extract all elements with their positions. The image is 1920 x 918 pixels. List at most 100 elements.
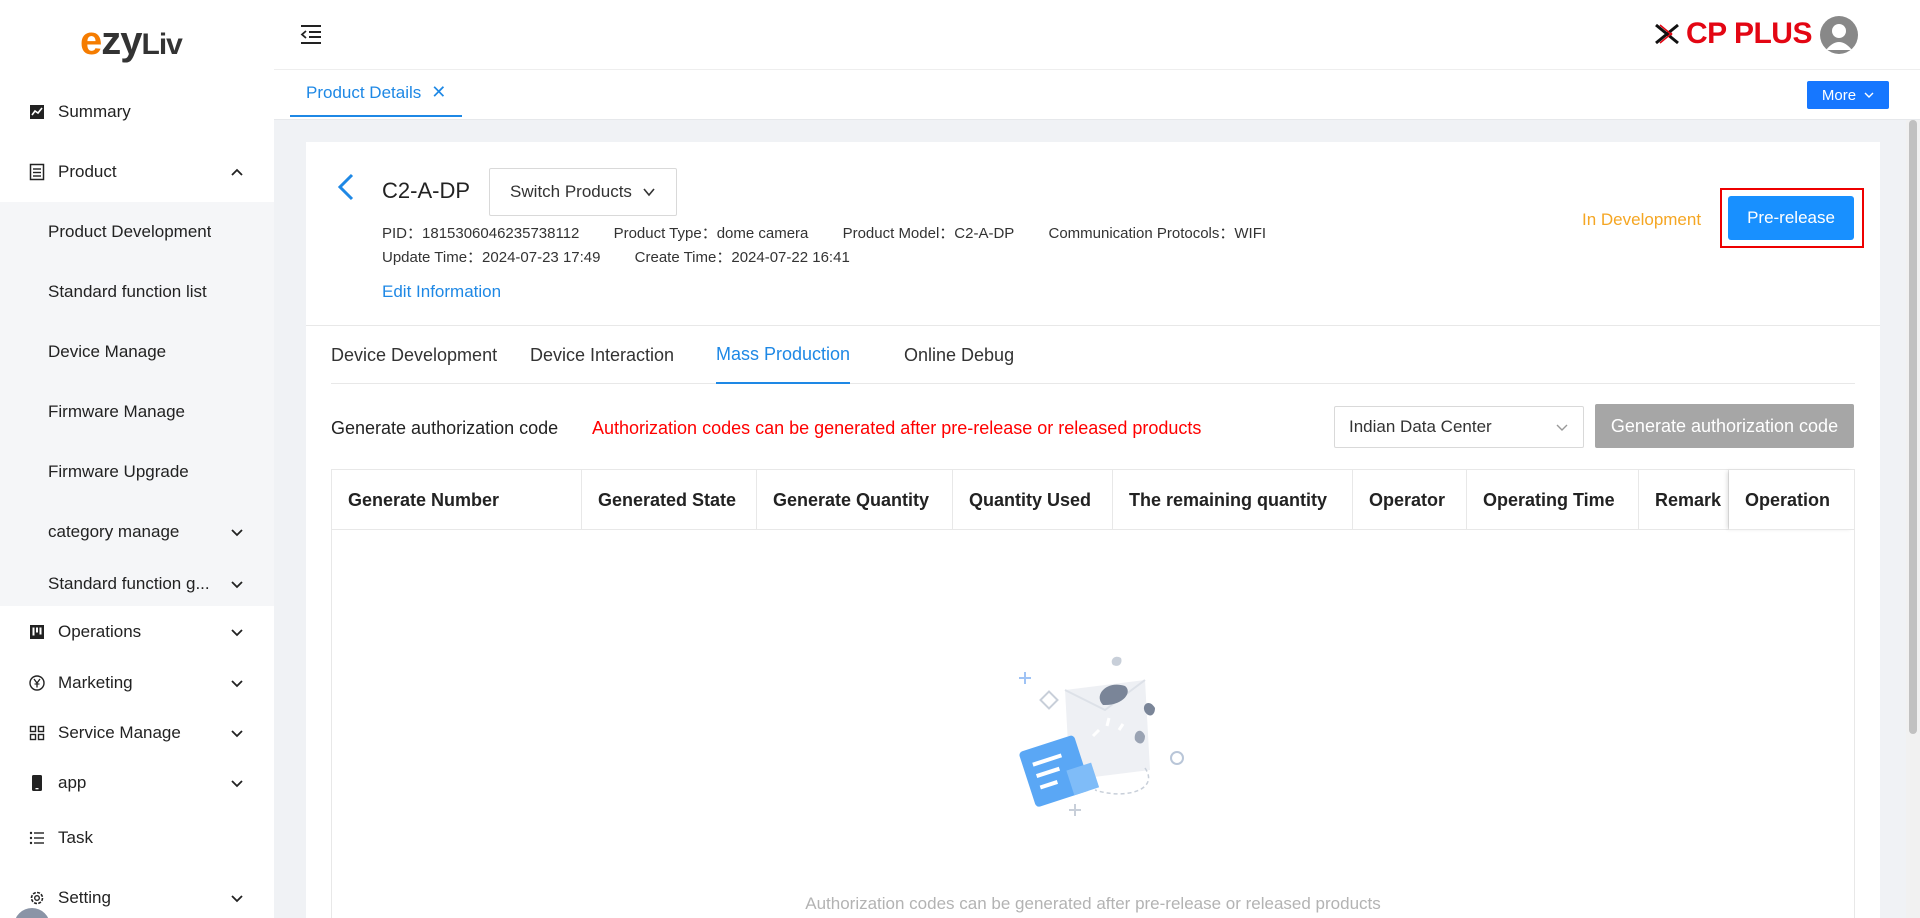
list-icon xyxy=(28,829,46,847)
sidebar-item-label: Setting xyxy=(58,888,111,907)
ezyliv-logo[interactable]: ezyLiv xyxy=(80,16,183,66)
brand-name: CP PLUS xyxy=(1686,17,1812,50)
chevron-down-icon xyxy=(231,581,243,589)
product-card: C2-A-DP Switch Products PID：181530604623… xyxy=(306,142,1880,918)
column-operator: Operator xyxy=(1353,470,1467,530)
product-submenu: Product Development Standard function li… xyxy=(0,202,274,606)
user-icon xyxy=(1826,24,1852,50)
auth-section-title: Generate authorization code xyxy=(331,418,559,438)
prerelease-button[interactable]: Pre-release xyxy=(1728,196,1854,240)
close-icon[interactable]: ✕ xyxy=(431,82,446,103)
sidebar-item-standard-function-group[interactable]: Standard function g... xyxy=(0,562,274,606)
column-generate-number: Generate Number xyxy=(332,470,582,530)
sidebar-item-label: Device Manage xyxy=(48,342,167,361)
data-center-value: Indian Data Center xyxy=(1349,417,1492,436)
product-pid: PID：1815306046235738112 xyxy=(382,225,580,242)
sidebar-item-label: Firmware Upgrade xyxy=(48,462,189,481)
sidebar-item-label: Marketing xyxy=(58,673,133,692)
chevron-down-icon xyxy=(231,780,243,788)
kanban-icon xyxy=(28,623,46,641)
product-meta-row-2: Update Time：2024-07-23 17:49 Create Time… xyxy=(382,246,880,267)
product-info: C2-A-DP Switch Products PID：181530604623… xyxy=(306,142,1880,326)
sidebar-item-app[interactable]: app xyxy=(0,758,274,808)
cp-plus-mark-icon xyxy=(1655,23,1679,45)
empty-state-text: Authorization codes can be generated aft… xyxy=(805,894,1381,913)
sidebar-item-product-development[interactable]: Product Development xyxy=(0,202,274,262)
yen-circle-icon xyxy=(28,674,46,692)
sidebar-item-label: Firmware Manage xyxy=(48,402,185,421)
status-badge: In Development xyxy=(1582,210,1702,229)
update-time: Update Time：2024-07-23 17:49 xyxy=(382,249,601,266)
logo-zy: zy xyxy=(101,18,142,63)
product-meta-row-1: PID：1815306046235738112 Product Type：dom… xyxy=(382,222,1296,243)
sidebar: ezyLiv Summary Product Product Developme… xyxy=(0,0,274,918)
table-header: Generate Number Generated State Generate… xyxy=(332,470,1854,530)
phone-icon xyxy=(28,774,46,792)
product-name: C2-A-DP xyxy=(382,178,471,203)
top-header: CP PLUS xyxy=(274,0,1920,70)
sidebar-item-task[interactable]: Task xyxy=(0,808,274,868)
sidebar-item-label: app xyxy=(58,773,87,792)
back-arrow-icon[interactable] xyxy=(334,172,358,202)
chart-icon xyxy=(28,103,46,121)
page-tabbar: Product Details ✕ More xyxy=(274,70,1920,120)
chevron-down-icon xyxy=(231,730,243,738)
sidebar-item-label: Product Development xyxy=(48,222,212,241)
chevron-down-icon xyxy=(1864,92,1874,98)
user-avatar[interactable] xyxy=(1820,16,1858,54)
edit-information-link[interactable]: Edit Information xyxy=(382,282,501,302)
tab-device-interaction[interactable]: Device Interaction xyxy=(530,326,674,384)
communication-protocols: Communication Protocols：WIFI xyxy=(1048,225,1267,242)
sidebar-item-product[interactable]: Product xyxy=(0,142,274,202)
create-time: Create Time：2024-07-22 16:41 xyxy=(634,249,850,266)
sidebar-item-label: Service Manage xyxy=(58,723,181,742)
sidebar-item-label: Summary xyxy=(58,102,131,121)
chevron-down-icon xyxy=(1556,424,1568,431)
menu-collapse-icon[interactable] xyxy=(300,24,322,44)
column-generate-quantity: Generate Quantity xyxy=(757,470,953,530)
chevron-down-icon xyxy=(231,680,243,688)
tab-online-debug[interactable]: Online Debug xyxy=(904,326,1014,384)
data-center-select[interactable]: Indian Data Center xyxy=(1334,406,1584,448)
sidebar-item-service-manage[interactable]: Service Manage xyxy=(0,708,274,758)
product-model: Product Model：C2-A-DP xyxy=(842,225,1015,242)
authorization-table: Generate Number Generated State Generate… xyxy=(331,469,1855,918)
sidebar-item-device-manage[interactable]: Device Manage xyxy=(0,322,274,382)
vertical-scrollbar[interactable] xyxy=(1906,120,1920,918)
sidebar-item-firmware-manage[interactable]: Firmware Manage xyxy=(0,382,274,442)
more-button[interactable]: More xyxy=(1807,81,1889,109)
chevron-up-icon xyxy=(231,168,243,176)
column-remaining-quantity: The remaining quantity xyxy=(1113,470,1353,530)
gear-icon xyxy=(28,889,46,907)
sidebar-item-label: Product xyxy=(58,162,117,181)
tab-label: Product Details xyxy=(306,82,422,102)
sidebar-item-summary[interactable]: Summary xyxy=(0,82,274,142)
switch-products-label: Switch Products xyxy=(510,182,632,201)
prerelease-highlight: Pre-release xyxy=(1720,188,1864,248)
more-label: More xyxy=(1821,86,1857,104)
column-quantity-used: Quantity Used xyxy=(953,470,1113,530)
sidebar-item-firmware-upgrade[interactable]: Firmware Upgrade xyxy=(0,442,274,502)
column-remark: Remark xyxy=(1639,470,1729,530)
sidebar-item-marketing[interactable]: Marketing xyxy=(0,658,274,708)
product-tabs: Device Development Device Interaction Ma… xyxy=(331,326,1855,384)
sidebar-item-category-manage[interactable]: category manage xyxy=(0,502,274,562)
column-operating-time: Operating Time xyxy=(1467,470,1639,530)
product-type: Product Type：dome camera xyxy=(613,225,809,242)
empty-state-illustration xyxy=(1019,656,1184,816)
sidebar-item-label: Standard function g... xyxy=(48,574,210,593)
column-operation: Operation xyxy=(1729,470,1854,530)
tab-product-details[interactable]: Product Details ✕ xyxy=(290,70,463,117)
generate-authorization-code-button[interactable]: Generate authorization code xyxy=(1595,404,1854,448)
tab-device-development[interactable]: Device Development xyxy=(331,326,497,384)
cp-plus-logo: CP PLUS xyxy=(1654,16,1812,52)
sidebar-item-standard-function-list[interactable]: Standard function list xyxy=(0,262,274,322)
chevron-down-icon xyxy=(231,529,243,537)
tab-mass-production[interactable]: Mass Production xyxy=(716,326,851,384)
scrollbar-thumb[interactable] xyxy=(1909,120,1917,734)
document-icon xyxy=(28,163,46,181)
sidebar-item-label: category manage xyxy=(48,522,180,541)
sidebar-item-operations[interactable]: Operations xyxy=(0,606,274,658)
column-generated-state: Generated State xyxy=(582,470,757,530)
switch-products-dropdown[interactable]: Switch Products xyxy=(489,168,677,216)
